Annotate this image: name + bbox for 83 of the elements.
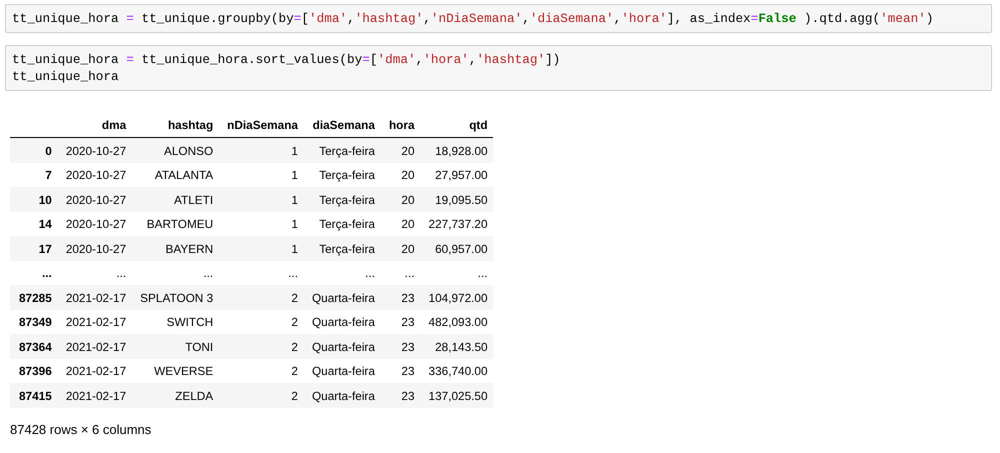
table-cell: 104,972.00: [420, 285, 493, 310]
table-cell: 2: [218, 358, 303, 384]
table-cell: TONI: [131, 334, 218, 359]
table-cell: 2021-02-17: [56, 383, 132, 408]
code-cell[interactable]: tt_unique_hora = tt_unique_hora.sort_values(by=['dma','hora','hashtag']) tt_unique_hora: [5, 45, 992, 92]
table-cell: SPLATOON 3: [131, 285, 218, 310]
table-cell: 20: [380, 187, 420, 212]
table-cell: 1: [218, 212, 303, 236]
table-cell: 20: [380, 138, 420, 163]
code-line: tt_unique_hora = tt_unique_hora.sort_values(by=['dma','hora','hashtag']): [12, 51, 560, 68]
table-cell: 2: [218, 334, 303, 359]
table-cell: Quarta-feira: [302, 285, 380, 310]
table-cell: ...: [56, 260, 132, 286]
table-cell: 1: [218, 138, 303, 163]
table-cell: 18,928.00: [420, 138, 493, 163]
row-index: 87396: [10, 358, 57, 384]
table-cell: Terça-feira: [302, 187, 380, 212]
table-cell: BAYERN: [131, 236, 218, 261]
table-cell: BARTOMEU: [131, 212, 218, 236]
table-cell: Quarta-feira: [302, 310, 380, 334]
code-cell[interactable]: tt_unique_hora = tt_unique.groupby(by=['dma','hashtag','nDiaSemana','diaSemana','hora'], as_index=False ).qtd.agg('mean'): [5, 4, 992, 34]
table-cell: WEVERSE: [131, 358, 218, 384]
table-cell: 23: [380, 310, 420, 334]
row-index: 87285: [10, 285, 57, 310]
row-index: 14: [10, 212, 57, 236]
row-index: 87349: [10, 310, 57, 334]
code-line: tt_unique_hora: [12, 68, 119, 86]
row-index: 87415: [10, 383, 57, 408]
table-cell: 1: [218, 162, 303, 188]
table-cell: Quarta-feira: [302, 358, 380, 384]
table-cell: 2: [218, 383, 303, 408]
table-cell: 23: [380, 285, 420, 310]
table-cell: 2021-02-17: [56, 334, 132, 359]
table-cell: 28,143.50: [420, 334, 493, 359]
table-cell: 2020-10-27: [56, 212, 132, 236]
table-cell: 482,093.00: [420, 310, 493, 334]
code-line: tt_unique_hora = tt_unique.groupby(by=['dma','hashtag','nDiaSemana','diaSemana','hora'], as_index=False ).qtd.agg('mean'): [12, 10, 934, 28]
table-cell: ...: [420, 260, 493, 286]
table-cell: 20: [380, 236, 420, 261]
table-cell: ATALANTA: [131, 162, 218, 188]
row-index: 10: [10, 187, 57, 212]
table-cell: Terça-feira: [302, 138, 380, 163]
table-cell: Quarta-feira: [302, 383, 380, 408]
table-cell: 2020-10-27: [56, 138, 132, 163]
table-cell: 23: [380, 358, 420, 384]
table-cell: ...: [302, 260, 380, 286]
table-cell: 137,025.50: [420, 383, 493, 408]
table-cell: 2: [218, 285, 303, 310]
row-index: 87364: [10, 334, 57, 359]
table-cell: 60,957.00: [420, 236, 493, 261]
table-cell: ...: [131, 260, 218, 286]
row-index: ...: [10, 260, 57, 286]
table-cell: ...: [380, 260, 420, 286]
row-index: 7: [10, 162, 57, 188]
row-index: 17: [10, 236, 57, 261]
table-cell: Terça-feira: [302, 212, 380, 236]
table-cell: 20: [380, 162, 420, 188]
row-index: 0: [10, 138, 57, 163]
table-cell: 20: [380, 212, 420, 236]
table-cell: Quarta-feira: [302, 334, 380, 359]
table-cell: 1: [218, 187, 303, 212]
table-cell: ...: [218, 260, 303, 286]
table-cell: 227,737.20: [420, 212, 493, 236]
table-cell: 2021-02-17: [56, 358, 132, 384]
table-summary: 87428 rows × 6 columns: [10, 422, 152, 437]
table-cell: 2: [218, 310, 303, 334]
table-cell: ALONSO: [131, 138, 218, 163]
table-cell: 2020-10-27: [56, 187, 132, 212]
table-cell: 2021-02-17: [56, 310, 132, 334]
table-cell: 336,740.00: [420, 358, 493, 384]
table-cell: 23: [380, 383, 420, 408]
table-cell: Terça-feira: [302, 162, 380, 188]
table-cell: 23: [380, 334, 420, 359]
table-cell: ZELDA: [131, 383, 218, 408]
table-cell: 19,095.50: [420, 187, 493, 212]
table-cell: 1: [218, 236, 303, 261]
table-cell: 2021-02-17: [56, 285, 132, 310]
table-cell: 2020-10-27: [56, 162, 132, 188]
table-cell: Terça-feira: [302, 236, 380, 261]
table-cell: SWITCH: [131, 310, 218, 334]
table-cell: ATLETI: [131, 187, 218, 212]
table-cell: 27,957.00: [420, 162, 493, 188]
table-cell: 2020-10-27: [56, 236, 132, 261]
